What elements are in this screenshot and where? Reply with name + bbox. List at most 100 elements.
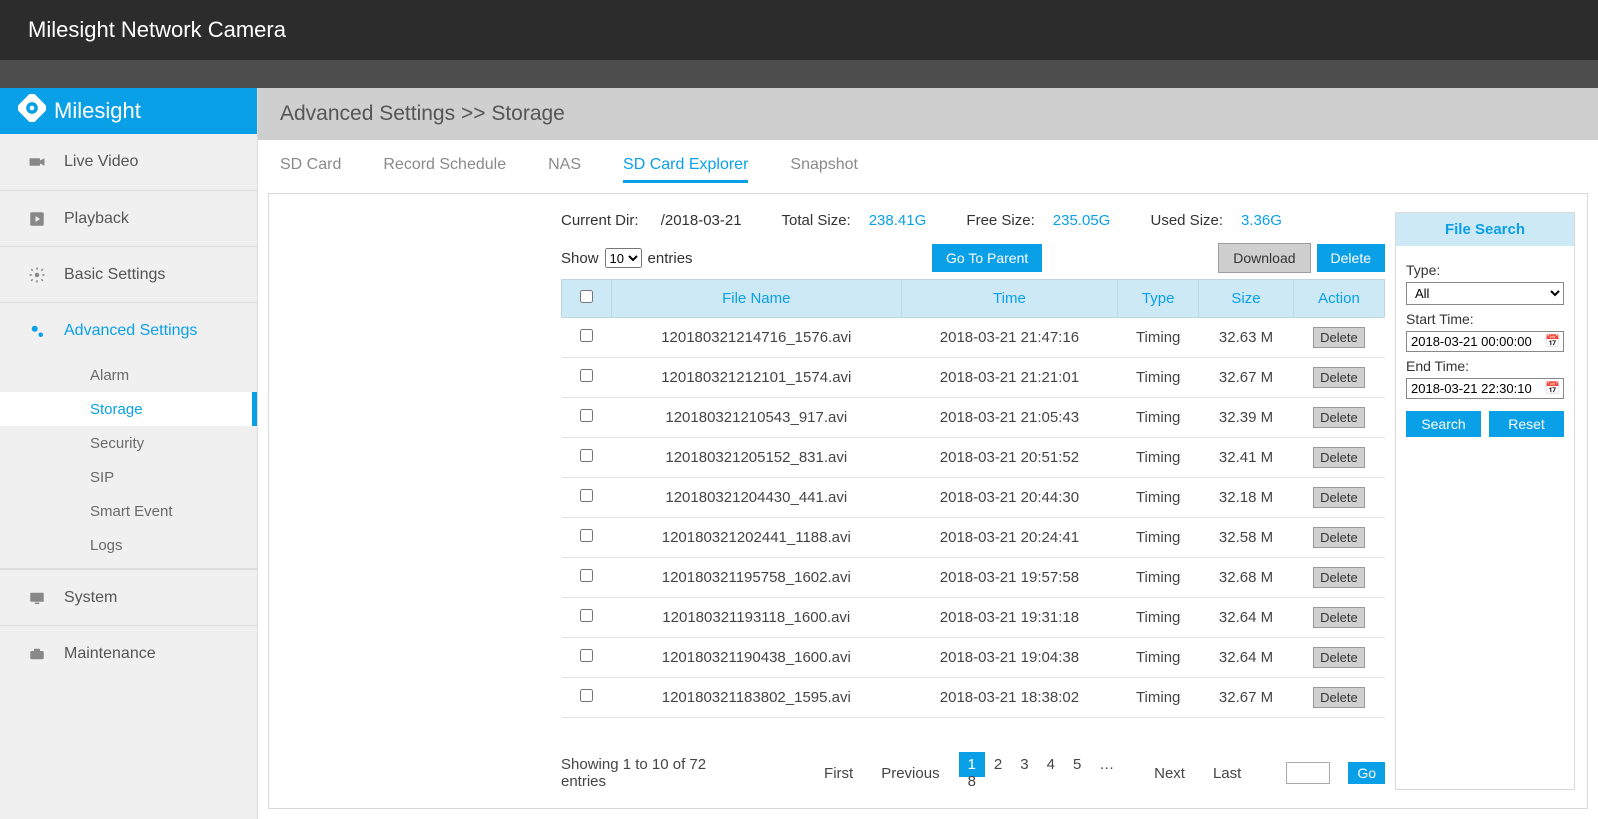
sidebar-sub-logs[interactable]: Logs — [0, 528, 257, 562]
row-checkbox[interactable] — [580, 329, 593, 342]
download-button[interactable]: Download — [1218, 243, 1310, 273]
select-all-checkbox[interactable] — [580, 290, 593, 303]
page-number[interactable]: 8 — [959, 769, 985, 794]
row-checkbox[interactable] — [580, 489, 593, 502]
page-number[interactable]: 3 — [1011, 752, 1037, 777]
tab-record-schedule[interactable]: Record Schedule — [383, 156, 506, 183]
cell-type: Timing — [1118, 478, 1199, 518]
calendar-icon[interactable]: 📅 — [1545, 334, 1560, 348]
row-delete-button[interactable]: Delete — [1313, 647, 1365, 668]
cell-time: 2018-03-21 20:44:30 — [901, 478, 1118, 518]
page-number[interactable]: 2 — [985, 752, 1011, 777]
cell-time: 2018-03-21 21:05:43 — [901, 398, 1118, 438]
page-last[interactable]: Last — [1204, 761, 1250, 786]
row-delete-button[interactable]: Delete — [1313, 567, 1365, 588]
cell-type: Timing — [1118, 518, 1199, 558]
row-delete-button[interactable]: Delete — [1313, 367, 1365, 388]
sidebar-sub-label: Logs — [90, 537, 123, 554]
file-search-panel: File Search Type: All Start Time: 📅 End … — [1395, 212, 1575, 790]
fs-reset-button[interactable]: Reset — [1489, 411, 1564, 437]
sidebar-sub-sip[interactable]: SIP — [0, 460, 257, 494]
brand-logo: Milesight — [0, 88, 257, 134]
table-row: 120180321183802_1595.avi2018-03-21 18:38… — [562, 678, 1385, 718]
row-delete-button[interactable]: Delete — [1313, 687, 1365, 708]
camera-icon — [28, 153, 46, 171]
fs-start-input[interactable] — [1406, 331, 1564, 352]
cell-file: 120180321193118_1600.avi — [612, 598, 902, 638]
row-checkbox[interactable] — [580, 409, 593, 422]
sidebar-item-playback[interactable]: Playback — [0, 190, 257, 246]
cell-type: Timing — [1118, 558, 1199, 598]
sidebar-sub-storage[interactable]: Storage — [0, 392, 257, 426]
sidebar-item-system[interactable]: System — [0, 569, 257, 625]
row-delete-button[interactable]: Delete — [1313, 607, 1365, 628]
col-file[interactable]: File Name — [612, 280, 902, 318]
sidebar-sub-alarm[interactable]: Alarm — [0, 358, 257, 392]
tab-snapshot[interactable]: Snapshot — [790, 156, 858, 183]
fs-search-button[interactable]: Search — [1406, 411, 1481, 437]
row-delete-button[interactable]: Delete — [1313, 447, 1365, 468]
row-checkbox[interactable] — [580, 569, 593, 582]
row-delete-button[interactable]: Delete — [1313, 327, 1365, 348]
cell-time: 2018-03-21 19:57:58 — [901, 558, 1118, 598]
row-checkbox[interactable] — [580, 689, 593, 702]
page-number[interactable]: 5 — [1064, 752, 1090, 777]
col-type[interactable]: Type — [1118, 280, 1199, 318]
page-prev[interactable]: Previous — [872, 761, 948, 786]
cell-size: 32.18 M — [1199, 478, 1294, 518]
sidebar-item-live-video[interactable]: Live Video — [0, 134, 257, 190]
cell-type: Timing — [1118, 678, 1199, 718]
cell-size: 32.63 M — [1199, 318, 1294, 358]
sidebar-sub-label: Storage — [90, 401, 143, 418]
col-time[interactable]: Time — [901, 280, 1118, 318]
brand-label: Milesight — [54, 98, 141, 124]
col-size[interactable]: Size — [1199, 280, 1294, 318]
brand-icon — [18, 94, 46, 128]
fs-end-label: End Time: — [1406, 358, 1564, 374]
sidebar: Milesight Live Video Playback Basic Sett… — [0, 88, 258, 819]
fs-type-select[interactable]: All — [1406, 282, 1564, 305]
row-checkbox[interactable] — [580, 529, 593, 542]
page-next[interactable]: Next — [1145, 761, 1194, 786]
table-row: 120180321210543_917.avi2018-03-21 21:05:… — [562, 398, 1385, 438]
cell-file: 120180321195758_1602.avi — [612, 558, 902, 598]
tab-sd-card[interactable]: SD Card — [280, 156, 341, 183]
page-go-button[interactable]: Go — [1348, 762, 1385, 784]
delete-all-button[interactable]: Delete — [1317, 244, 1385, 272]
pagination-summary: Showing 1 to 10 of 72 entries — [561, 756, 749, 790]
sidebar-item-label: System — [64, 589, 117, 607]
cell-type: Timing — [1118, 638, 1199, 678]
sidebar-item-advanced-settings[interactable]: Advanced Settings — [0, 302, 257, 358]
fs-end-input[interactable] — [1406, 378, 1564, 399]
sidebar-item-basic-settings[interactable]: Basic Settings — [0, 246, 257, 302]
cell-file: 120180321202441_1188.avi — [612, 518, 902, 558]
calendar-icon[interactable]: 📅 — [1545, 381, 1560, 395]
cell-file: 120180321204430_441.avi — [612, 478, 902, 518]
cell-file: 120180321210543_917.avi — [612, 398, 902, 438]
tab-sd-card-explorer[interactable]: SD Card Explorer — [623, 156, 748, 183]
tab-bar: SD Card Record Schedule NAS SD Card Expl… — [258, 140, 1598, 193]
sidebar-sub-security[interactable]: Security — [0, 426, 257, 460]
row-delete-button[interactable]: Delete — [1313, 407, 1365, 428]
app-title: Milesight Network Camera — [28, 17, 286, 43]
row-checkbox[interactable] — [580, 369, 593, 382]
go-to-parent-button[interactable]: Go To Parent — [932, 244, 1042, 272]
sidebar-sub-smart-event[interactable]: Smart Event — [0, 494, 257, 528]
row-checkbox[interactable] — [580, 609, 593, 622]
page-number[interactable]: 4 — [1038, 752, 1064, 777]
col-action: Action — [1293, 280, 1384, 318]
cell-type: Timing — [1118, 598, 1199, 638]
row-delete-button[interactable]: Delete — [1313, 527, 1365, 548]
tab-nas[interactable]: NAS — [548, 156, 581, 183]
sidebar-item-label: Live Video — [64, 153, 138, 171]
table-row: 120180321212101_1574.avi2018-03-21 21:21… — [562, 358, 1385, 398]
row-checkbox[interactable] — [580, 449, 593, 462]
row-delete-button[interactable]: Delete — [1313, 487, 1365, 508]
cell-size: 32.58 M — [1199, 518, 1294, 558]
page-go-input[interactable] — [1286, 762, 1330, 784]
sidebar-item-maintenance[interactable]: Maintenance — [0, 625, 257, 681]
cell-size: 32.41 M — [1199, 438, 1294, 478]
page-first[interactable]: First — [815, 761, 862, 786]
entries-select[interactable]: 10 — [605, 248, 642, 268]
row-checkbox[interactable] — [580, 649, 593, 662]
